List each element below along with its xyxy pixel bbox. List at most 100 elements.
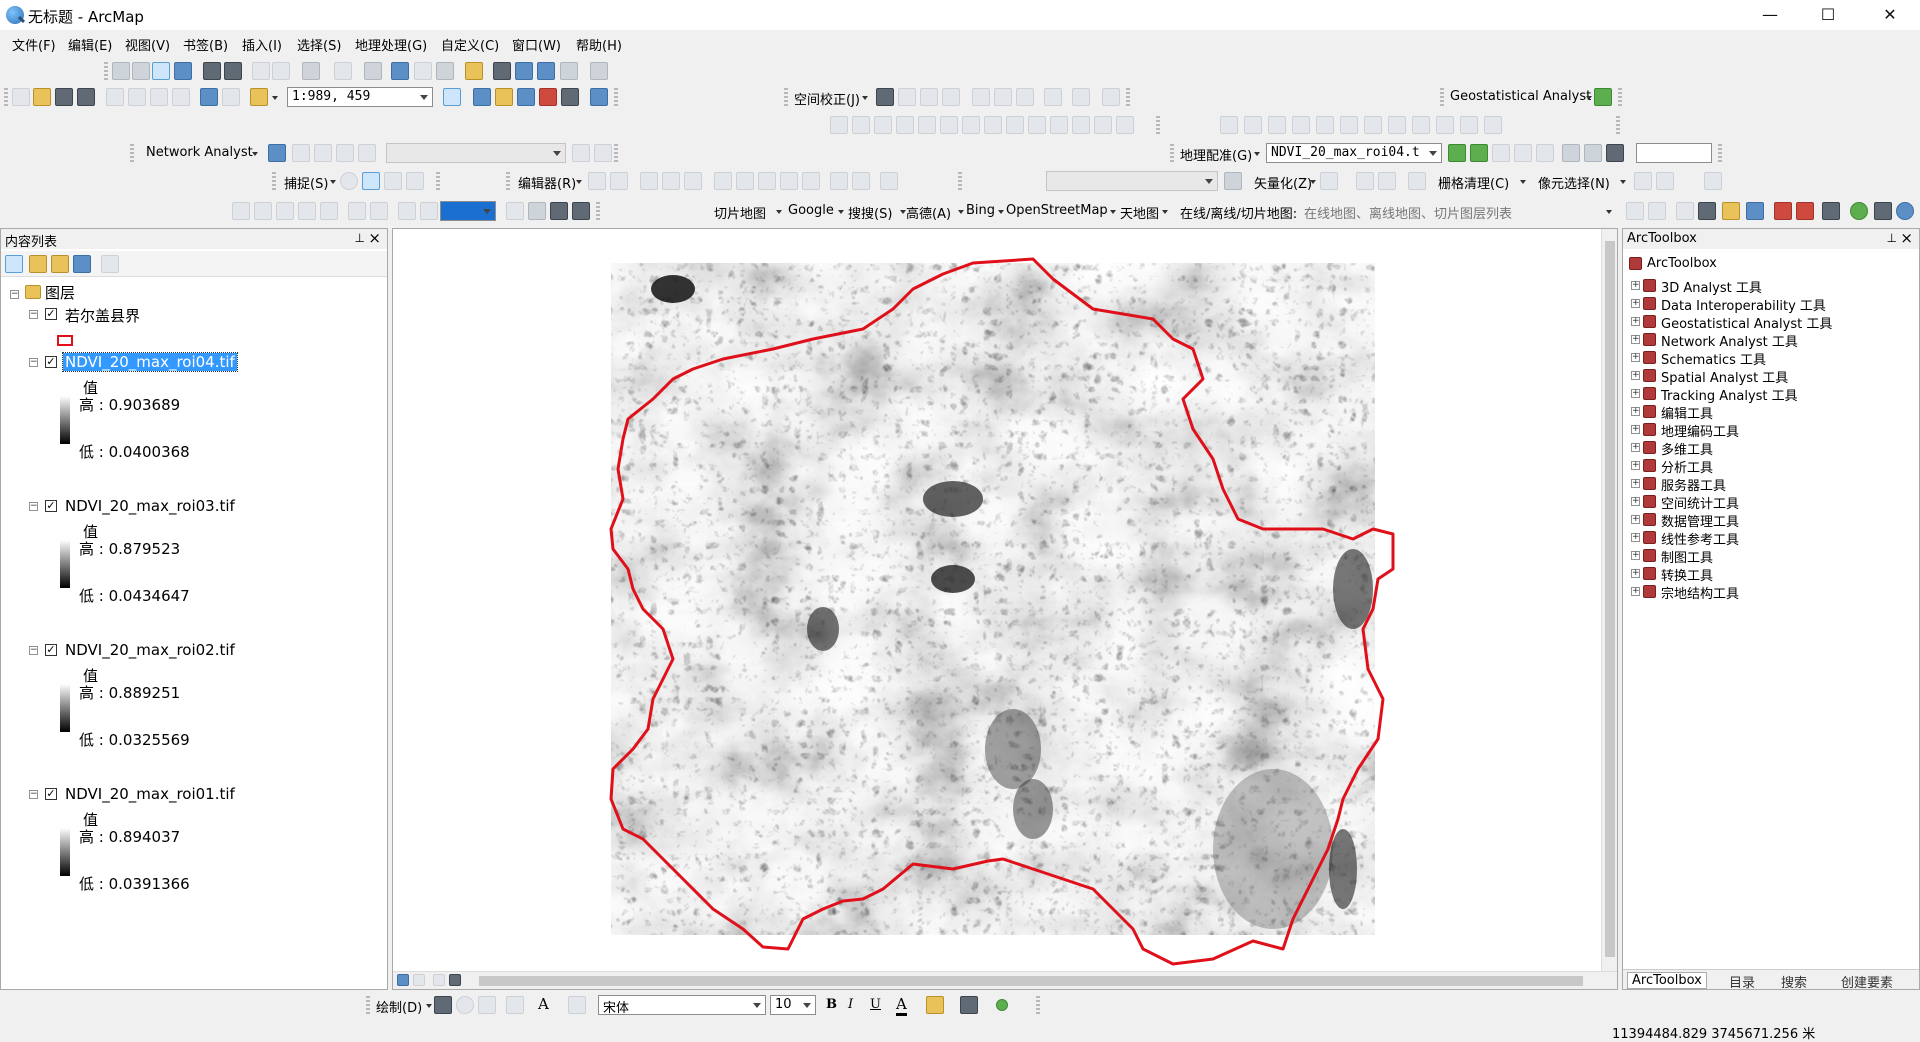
user-2-icon[interactable]	[1796, 202, 1814, 220]
toolbar-grip[interactable]	[784, 88, 788, 106]
expand-toolbox-icon[interactable]: +	[1631, 569, 1640, 578]
toolbar-grip[interactable]	[272, 172, 276, 190]
menu-edit[interactable]: 编辑(E)	[68, 35, 112, 54]
expand-toolbox-icon[interactable]: +	[1631, 371, 1640, 380]
layer-name-selected[interactable]: NDVI_20_max_roi04.tif	[62, 352, 238, 372]
boundary-symbol-icon[interactable]	[57, 335, 73, 346]
layer-visibility-checkbox[interactable]: ✓	[45, 644, 57, 656]
rotate-icon[interactable]	[1606, 144, 1624, 162]
auto-registration-icon[interactable]	[1470, 144, 1488, 162]
chevron-down-icon[interactable]	[252, 152, 258, 156]
toolbar-grip[interactable]	[1126, 88, 1130, 106]
layout-zoom-in-icon[interactable]	[232, 202, 250, 220]
map-view[interactable]	[392, 228, 1618, 990]
chevron-down-icon[interactable]	[1110, 210, 1116, 214]
link-table-icon[interactable]	[1044, 88, 1062, 106]
reshape-icon[interactable]	[736, 172, 754, 190]
zoom-selected-elements-icon[interactable]	[478, 996, 496, 1014]
toolbar-grip[interactable]	[1718, 144, 1722, 162]
toolbar-grip[interactable]	[436, 172, 440, 190]
parcel-tool-3-icon[interactable]	[1268, 116, 1286, 134]
toolbox-item[interactable]: Tracking Analyst 工具	[1661, 385, 1798, 404]
undo-icon[interactable]	[200, 88, 218, 106]
chevron-down-icon[interactable]	[998, 210, 1004, 214]
collapse-layer-icon[interactable]: −	[29, 502, 38, 511]
download-icon[interactable]	[1676, 202, 1694, 220]
point-snapping-icon[interactable]	[340, 172, 358, 190]
line-color-icon[interactable]	[960, 996, 978, 1014]
layer-name[interactable]: NDVI_20_max_roi03.tif	[65, 497, 235, 515]
vectorization-menu[interactable]: 矢量化(Z)	[1254, 173, 1312, 192]
topology-tool-9-icon[interactable]	[1006, 116, 1024, 134]
online-map-combo[interactable]: 在线地图、离线地图、切片图层列表	[1304, 203, 1512, 222]
geostatistical-analyst-menu[interactable]: Geostatistical Analyst	[1450, 89, 1591, 104]
raster-tool-3-icon[interactable]	[1704, 172, 1722, 190]
save-tiles-icon[interactable]	[1698, 202, 1716, 220]
expand-toolbox-icon[interactable]: +	[1631, 335, 1640, 344]
layer-visibility-checkbox[interactable]: ✓	[45, 356, 57, 368]
expand-toolbox-icon[interactable]: +	[1631, 389, 1640, 398]
zoom-out-icon[interactable]	[132, 62, 150, 80]
vertex-snapping-icon[interactable]	[384, 172, 402, 190]
tab-arctoolbox[interactable]: ArcToolbox	[1627, 972, 1707, 989]
edge-snapping-icon[interactable]	[406, 172, 424, 190]
list-by-selection-icon[interactable]	[73, 255, 91, 273]
minimize-button[interactable]: —	[1742, 0, 1798, 30]
toolbox-item[interactable]: 宗地结构工具	[1661, 583, 1739, 602]
list-by-drawing-order-icon[interactable]	[5, 255, 23, 273]
expand-toolbox-icon[interactable]: +	[1631, 299, 1640, 308]
refresh-icon[interactable]	[1850, 202, 1868, 220]
zoom-whole-page-icon[interactable]	[298, 202, 316, 220]
network-layer-combo[interactable]	[386, 143, 566, 163]
catalog-window-icon[interactable]	[495, 88, 513, 106]
list-by-visibility-icon[interactable]	[51, 255, 69, 273]
network-analyst-window-icon[interactable]	[268, 144, 286, 162]
toolbox-item[interactable]: 编辑工具	[1661, 403, 1713, 422]
layer-name[interactable]: NDVI_20_max_roi01.tif	[65, 785, 235, 803]
rotate-element-icon[interactable]	[456, 996, 474, 1014]
fixed-layout-zoom-in-icon[interactable]	[348, 202, 366, 220]
font-combo[interactable]: 宋体	[598, 995, 766, 1016]
editor-toolbar-icon[interactable]	[443, 88, 461, 106]
bing-menu[interactable]: Bing	[966, 203, 995, 218]
chevron-down-icon[interactable]	[1520, 180, 1526, 184]
toolbar-grip[interactable]	[366, 996, 370, 1014]
layer-visibility-checkbox[interactable]: ✓	[45, 500, 57, 512]
toolbox-item[interactable]: Schematics 工具	[1661, 349, 1766, 368]
limit-area-icon[interactable]	[994, 88, 1012, 106]
viewer-icon[interactable]	[1562, 144, 1580, 162]
toolbar-grip[interactable]	[958, 172, 962, 190]
endpoint-arc-icon[interactable]	[662, 172, 680, 190]
data-driven-pages-icon[interactable]	[572, 202, 590, 220]
fill-color-icon[interactable]	[926, 996, 944, 1014]
generate-features-icon[interactable]	[1320, 172, 1338, 190]
rotate-angle-input[interactable]	[1636, 143, 1712, 163]
open-icon[interactable]	[33, 88, 51, 106]
toolbox-item[interactable]: 服务器工具	[1661, 475, 1726, 494]
menu-windows[interactable]: 窗口(W)	[512, 35, 561, 54]
toolbar-grip[interactable]	[506, 172, 510, 190]
save-icon[interactable]	[55, 88, 73, 106]
end-snapping-icon[interactable]	[362, 172, 380, 190]
sousou-menu[interactable]: 搜搜(S)	[848, 203, 892, 222]
expand-toolbox-icon[interactable]: +	[1631, 551, 1640, 560]
go-to-xy-icon[interactable]	[537, 62, 555, 80]
edit-vertices-icon[interactable]	[714, 172, 732, 190]
topology-tool-3-icon[interactable]	[874, 116, 892, 134]
edit-vertices-icon[interactable]	[568, 996, 586, 1014]
toolbar-grip[interactable]	[104, 62, 108, 80]
cell-selection-icon[interactable]	[1408, 172, 1426, 190]
toolbar-grip[interactable]	[1616, 116, 1620, 134]
raster-snapping-icon[interactable]	[1224, 172, 1242, 190]
full-extent-icon[interactable]	[174, 62, 192, 80]
link-table-icon[interactable]	[1584, 144, 1602, 162]
menu-file[interactable]: 文件(F)	[12, 35, 56, 54]
layout-pan-icon[interactable]	[276, 202, 294, 220]
vectorization-trace-icon[interactable]	[1356, 172, 1374, 190]
directions-icon[interactable]	[358, 144, 376, 162]
snapping-menu[interactable]: 捕捉(S)	[284, 173, 328, 192]
parcel-tool-1-icon[interactable]	[1220, 116, 1238, 134]
cell-selection-menu[interactable]: 像元选择(N)	[1538, 173, 1610, 192]
map-vertical-scrollbar[interactable]	[1601, 229, 1617, 971]
vectorization-shape-icon[interactable]	[1378, 172, 1396, 190]
